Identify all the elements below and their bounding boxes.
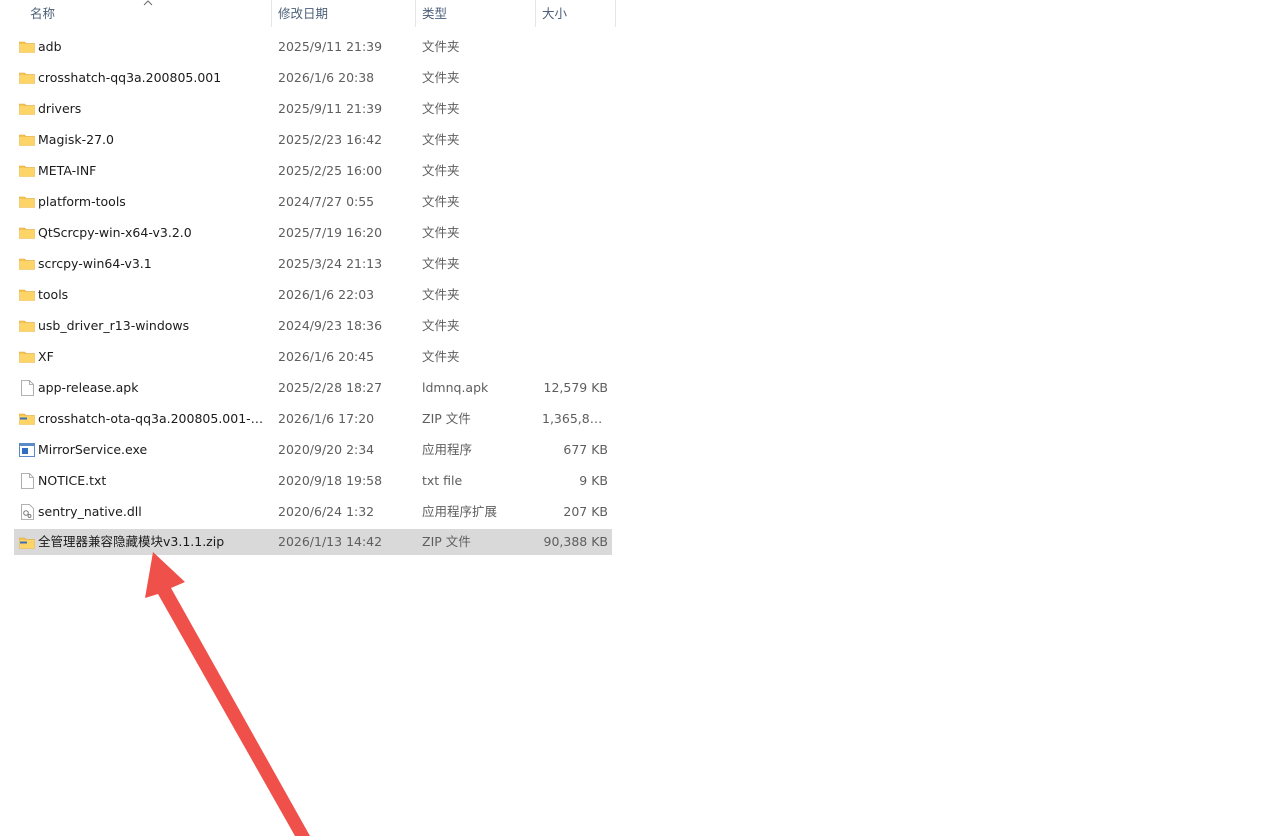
file-date: 2025/9/11 21:39 xyxy=(278,39,383,54)
file-row[interactable]: crosshatch-qq3a.200805.001 2026/1/6 20:38… xyxy=(14,62,612,93)
file-type: 文件夹 xyxy=(422,70,460,85)
file-date: 2026/1/6 20:38 xyxy=(278,70,375,85)
file-date: 2025/9/11 21:39 xyxy=(278,101,383,116)
file-size: 207 KB xyxy=(563,504,608,519)
file-date: 2025/2/25 16:00 xyxy=(278,163,383,178)
file-type: 文件夹 xyxy=(422,349,460,364)
file-name: sentry_native.dll xyxy=(38,504,142,519)
file-row[interactable]: app-release.apk 2025/2/28 18:27 ldmnq.apk 1… xyxy=(14,372,612,403)
folder-icon xyxy=(18,93,36,124)
file-type: ldmnq.apk xyxy=(422,380,489,395)
file-icon xyxy=(18,465,36,496)
file-list: adb 2025/9/11 21:39 文件夹 crosshatch-qq3a.200… xyxy=(14,31,612,558)
file-row[interactable]: QtScrcpy-win-x64-v3.2.0 2025/7/19 16:20 文件… xyxy=(14,217,612,248)
folder-icon xyxy=(18,155,36,186)
file-name: Magisk-27.0 xyxy=(38,132,114,147)
folder-icon xyxy=(18,124,36,155)
column-header-date[interactable]: 修改日期 xyxy=(272,0,416,27)
file-date: 2026/1/13 14:42 xyxy=(278,534,383,549)
file-row[interactable]: XF 2026/1/6 20:45 文件夹 xyxy=(14,341,612,372)
file-type: 文件夹 xyxy=(422,163,460,178)
file-type: 文件夹 xyxy=(422,256,460,271)
file-size: 9 KB xyxy=(579,473,608,488)
file-date: 2020/9/20 2:34 xyxy=(278,442,375,457)
file-date: 2024/7/27 0:55 xyxy=(278,194,375,209)
file-size: 90,388 KB xyxy=(543,534,608,549)
file-row[interactable]: drivers 2025/9/11 21:39 文件夹 xyxy=(14,93,612,124)
column-header-type[interactable]: 类型 xyxy=(416,0,536,27)
file-date: 2020/9/18 19:58 xyxy=(278,473,383,488)
file-name: app-release.apk xyxy=(38,380,139,395)
file-date: 2025/7/19 16:20 xyxy=(278,225,383,240)
file-name: tools xyxy=(38,287,69,302)
file-name: crosshatch-qq3a.200805.001 xyxy=(38,70,222,85)
file-row[interactable]: NOTICE.txt 2020/9/18 19:58 txt file 9 KB xyxy=(14,465,612,496)
dll-icon xyxy=(18,496,36,527)
file-name: QtScrcpy-win-x64-v3.2.0 xyxy=(38,225,192,240)
file-type: 应用程序 xyxy=(422,442,473,457)
file-name: drivers xyxy=(38,101,82,116)
file-type: 文件夹 xyxy=(422,194,460,209)
exe-icon xyxy=(18,434,36,465)
file-explorer: 名称 修改日期 类型 大小 adb 2025/9/11 21:39 文件夹 cross… xyxy=(0,0,1265,836)
file-row[interactable]: META-INF 2025/2/25 16:00 文件夹 xyxy=(14,155,612,186)
file-type: 文件夹 xyxy=(422,318,460,333)
file-name: 全管理器兼容隐藏模块v3.1.1.zip xyxy=(38,534,225,549)
file-date: 2026/1/6 22:03 xyxy=(278,287,375,302)
file-date: 2025/2/28 18:27 xyxy=(278,380,383,395)
file-date: 2025/2/23 16:42 xyxy=(278,132,383,147)
folder-icon xyxy=(18,217,36,248)
sort-ascending-icon xyxy=(142,0,154,6)
file-name: usb_driver_r13-windows xyxy=(38,318,190,333)
folder-icon xyxy=(18,310,36,341)
file-name: NOTICE.txt xyxy=(38,473,107,488)
file-row[interactable]: sentry_native.dll 2020/6/24 1:32 应用程序扩展 207… xyxy=(14,496,612,527)
file-row[interactable]: 全管理器兼容隐藏模块v3.1.1.zip 2026/1/13 14:42 ZIP 文… xyxy=(14,529,612,555)
file-type: 文件夹 xyxy=(422,39,460,54)
file-row[interactable]: crosshatch-ota-qq3a.200805.001-531... 202… xyxy=(14,403,612,434)
file-row[interactable]: tools 2026/1/6 22:03 文件夹 xyxy=(14,279,612,310)
file-name: adb xyxy=(38,39,62,54)
folder-icon xyxy=(18,279,36,310)
file-row[interactable]: scrcpy-win64-v3.1 2025/3/24 21:13 文件夹 xyxy=(14,248,612,279)
file-row[interactable]: usb_driver_r13-windows 2024/9/23 18:36 文件夹 xyxy=(14,310,612,341)
file-name: XF xyxy=(38,349,54,364)
file-type: 文件夹 xyxy=(422,132,460,147)
file-name: MirrorService.exe xyxy=(38,442,148,457)
folder-icon xyxy=(18,62,36,93)
file-row[interactable]: adb 2025/9/11 21:39 文件夹 xyxy=(14,31,612,62)
column-header-row: 名称 修改日期 类型 大小 xyxy=(14,0,616,27)
folder-icon xyxy=(18,31,36,62)
file-icon xyxy=(18,372,36,403)
folder-icon xyxy=(18,248,36,279)
file-name: platform-tools xyxy=(38,194,126,209)
file-row[interactable]: Magisk-27.0 2025/2/23 16:42 文件夹 xyxy=(14,124,612,155)
file-date: 2020/6/24 1:32 xyxy=(278,504,375,519)
file-type: txt file xyxy=(422,473,463,488)
file-size: 1,365,885... xyxy=(542,411,608,426)
file-type: 应用程序扩展 xyxy=(422,504,498,519)
folder-icon xyxy=(18,186,36,217)
file-row[interactable]: platform-tools 2024/7/27 0:55 文件夹 xyxy=(14,186,612,217)
file-type: 文件夹 xyxy=(422,225,460,240)
file-row[interactable]: MirrorService.exe 2020/9/20 2:34 应用程序 677 K… xyxy=(14,434,612,465)
folder-icon xyxy=(18,341,36,372)
file-name: META-INF xyxy=(38,163,97,178)
file-size: 677 KB xyxy=(563,442,608,457)
file-name: crosshatch-ota-qq3a.200805.001-531... xyxy=(38,411,270,426)
file-type: 文件夹 xyxy=(422,101,460,116)
zip-folder-icon xyxy=(18,529,36,555)
file-date: 2024/9/23 18:36 xyxy=(278,318,383,333)
file-type: ZIP 文件 xyxy=(422,411,471,426)
file-type: ZIP 文件 xyxy=(422,534,471,549)
file-name: scrcpy-win64-v3.1 xyxy=(38,256,152,271)
file-type: 文件夹 xyxy=(422,287,460,302)
file-date: 2026/1/6 20:45 xyxy=(278,349,375,364)
file-size: 12,579 KB xyxy=(543,380,608,395)
file-date: 2025/3/24 21:13 xyxy=(278,256,383,271)
zip-folder-icon xyxy=(18,403,36,434)
file-date: 2026/1/6 17:20 xyxy=(278,411,375,426)
column-header-size[interactable]: 大小 xyxy=(536,0,616,27)
